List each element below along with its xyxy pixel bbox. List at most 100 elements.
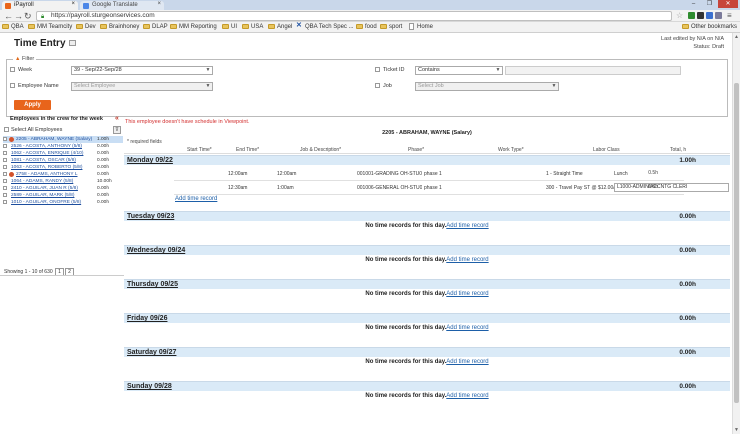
other-bookmarks[interactable]: Other bookmarks: [682, 23, 737, 31]
employee-name[interactable]: 1062 - ACOSTA, ENRIQUE (4/10): [11, 150, 83, 157]
page-scrollbar[interactable]: ▲ ▼: [732, 33, 740, 434]
employee-name[interactable]: 2205 - ABRAHAM, WAYNE (Salary): [16, 136, 92, 143]
job-field[interactable]: 001006-GENERAL OH-STU070...: [357, 185, 422, 191]
reload-icon[interactable]: ↻: [24, 11, 32, 21]
add-time-record-link[interactable]: Add time record: [446, 325, 488, 331]
employee-row[interactable]: 1010 - AGUILAR, ONOFRE (5/8) 0.00h: [3, 199, 123, 206]
tab-google-translate[interactable]: Google Translate ×: [80, 1, 164, 10]
labor-class-field[interactable]: Lunch: [614, 171, 674, 177]
day-name[interactable]: Sunday 09/28: [127, 383, 172, 390]
phase-field[interactable]: phase 1: [424, 171, 534, 177]
calendar-icon[interactable]: [68, 40, 76, 47]
employee-checkbox[interactable]: [3, 165, 7, 169]
add-time-record-link[interactable]: Add time record: [446, 291, 488, 297]
employee-checkbox[interactable]: [10, 83, 15, 88]
start-time-field[interactable]: 12:30am: [228, 185, 273, 191]
forward-icon[interactable]: →: [14, 11, 23, 21]
end-time-field[interactable]: 1:00am: [277, 185, 347, 191]
week-select[interactable]: 39 - Sep/22-Sep/28 ▼: [71, 66, 213, 75]
bookmark-item[interactable]: Home: [408, 23, 433, 31]
employee-row[interactable]: 1081 - ACOSTA, OSCAR (5/8) 0.00h: [3, 157, 123, 164]
job-checkbox[interactable]: [375, 83, 380, 88]
week-checkbox[interactable]: [10, 67, 15, 72]
bookmark-item[interactable]: Angel: [268, 23, 292, 31]
employee-checkbox[interactable]: [3, 179, 7, 183]
employee-name[interactable]: 1064 - ADAMS, RANDY (5/8): [11, 178, 73, 185]
add-time-record-link[interactable]: Add time record: [446, 223, 488, 229]
employee-checkbox[interactable]: [3, 186, 7, 190]
employee-row[interactable]: 2410 - AGUILAR, JUAN R (5/8) 0.00h: [3, 185, 123, 192]
bookmark-item[interactable]: ✕ QBA Tech Spec ...: [296, 22, 354, 31]
employee-row[interactable]: 1062 - ACOSTA, ENRIQUE (4/10) 0.00h: [3, 150, 123, 157]
add-time-record-link[interactable]: Add time record: [446, 393, 488, 399]
bookmark-item[interactable]: DLAP: [143, 23, 168, 31]
tab-ipayroll[interactable]: iPayroll ×: [2, 1, 78, 10]
filter-icon[interactable]: ⊽: [113, 126, 121, 134]
bookmark-item[interactable]: UI: [222, 23, 237, 31]
extension-icon[interactable]: [706, 12, 713, 19]
scroll-down-icon[interactable]: ▼: [734, 427, 739, 433]
employee-row[interactable]: 1063 - ACOSTA, ROBERTO (5/8) 0.00h: [3, 164, 123, 171]
maximize-icon[interactable]: ❐: [702, 0, 717, 8]
start-time-field[interactable]: 12:00am: [228, 171, 273, 177]
collapse-panel-icon[interactable]: «: [115, 115, 119, 122]
phase-field[interactable]: phase 1: [424, 185, 534, 191]
employee-name[interactable]: 1081 - ACOSTA, OSCAR (5/8): [11, 157, 76, 164]
bookmark-item[interactable]: QBA: [2, 23, 24, 31]
bookmark-item[interactable]: Brainhoney: [100, 23, 139, 31]
extension-icon[interactable]: [688, 12, 695, 19]
employee-name[interactable]: 2758 - ADAMS, ANTHONY L: [16, 171, 78, 178]
ticket-checkbox[interactable]: [375, 67, 380, 72]
employee-row[interactable]: 2758 - ADAMS, ANTHONY L 0.00h: [3, 171, 123, 178]
day-name[interactable]: Thursday 09/25: [127, 281, 178, 288]
day-name[interactable]: Saturday 09/27: [127, 349, 176, 356]
employee-checkbox[interactable]: [3, 158, 7, 162]
ticket-operator-select[interactable]: Contains ▼: [415, 66, 503, 75]
bookmark-item[interactable]: MM Reporting: [170, 23, 217, 31]
bookmark-item[interactable]: MM Teamcity: [28, 23, 72, 31]
time-record-row[interactable]: 12:30am 1:00am 001006-GENERAL OH-STU070...…: [174, 181, 729, 195]
add-time-record-link[interactable]: Add time record: [446, 359, 488, 365]
close-tab-icon[interactable]: ×: [157, 1, 161, 7]
employee-name[interactable]: 2589 - AGUILAR, MARK (5/8): [11, 192, 74, 199]
bookmark-item[interactable]: Dev: [76, 23, 96, 31]
employee-name[interactable]: 1063 - ACOSTA, ROBERTO (5/8): [11, 164, 82, 171]
add-time-record-link[interactable]: Add time record: [175, 196, 217, 202]
employee-checkbox[interactable]: [3, 137, 7, 141]
scroll-up-icon[interactable]: ▲: [734, 34, 739, 40]
employee-row[interactable]: 2526 - ACOSTA, ANTHONY (5/8) 0.00h: [3, 143, 123, 150]
bookmark-item[interactable]: food: [356, 23, 377, 31]
day-name[interactable]: Wednesday 09/24: [127, 247, 185, 254]
employee-name[interactable]: 1010 - AGUILAR, ONOFRE (5/8): [11, 199, 81, 206]
job-select[interactable]: Select Job ▼: [415, 82, 559, 91]
bookmark-item[interactable]: USA: [242, 23, 263, 31]
time-record-row[interactable]: 12:00am 12:00am 001001-GRADING OH-STU070..…: [174, 167, 684, 181]
minimize-icon[interactable]: –: [686, 0, 701, 8]
extension-icon[interactable]: [697, 12, 704, 19]
employee-checkbox[interactable]: [3, 144, 7, 148]
window-close-icon[interactable]: ✕: [718, 0, 738, 8]
address-bar[interactable]: 🔒︎ https://payroll.sturgeonservices.com: [36, 11, 672, 21]
employee-name[interactable]: 2410 - AGUILAR, JUAN R (5/8): [11, 185, 78, 192]
select-all-employees[interactable]: Select All Employees: [4, 127, 62, 133]
employee-select[interactable]: Select Employee ▼: [71, 82, 213, 91]
bookmark-item[interactable]: sport: [380, 23, 402, 31]
labor-class-field[interactable]: L1000-ADMIN/ACCNTG CLERI: [614, 183, 729, 192]
day-name[interactable]: Tuesday 09/23: [127, 213, 174, 220]
employee-checkbox[interactable]: [3, 193, 7, 197]
close-tab-icon[interactable]: ×: [71, 1, 75, 7]
job-field[interactable]: 001001-GRADING OH-STU070...: [357, 171, 422, 177]
employee-checkbox[interactable]: [3, 151, 7, 155]
apply-button[interactable]: Apply: [14, 100, 51, 110]
filter-legend[interactable]: ▲ Filter: [13, 56, 37, 62]
add-time-record-link[interactable]: Add time record: [446, 257, 488, 263]
employee-row[interactable]: 2589 - AGUILAR, MARK (5/8) 0.00h: [3, 192, 123, 199]
menu-icon[interactable]: ≡: [727, 11, 732, 21]
day-name[interactable]: Friday 09/26: [127, 315, 167, 322]
bookmark-star-icon[interactable]: ☆: [676, 11, 683, 20]
employee-checkbox[interactable]: [3, 200, 7, 204]
back-icon[interactable]: ←: [4, 11, 13, 21]
employee-checkbox[interactable]: [3, 172, 7, 176]
employee-row[interactable]: 2205 - ABRAHAM, WAYNE (Salary) 1.00h: [3, 136, 123, 143]
ticket-input[interactable]: [505, 66, 681, 75]
